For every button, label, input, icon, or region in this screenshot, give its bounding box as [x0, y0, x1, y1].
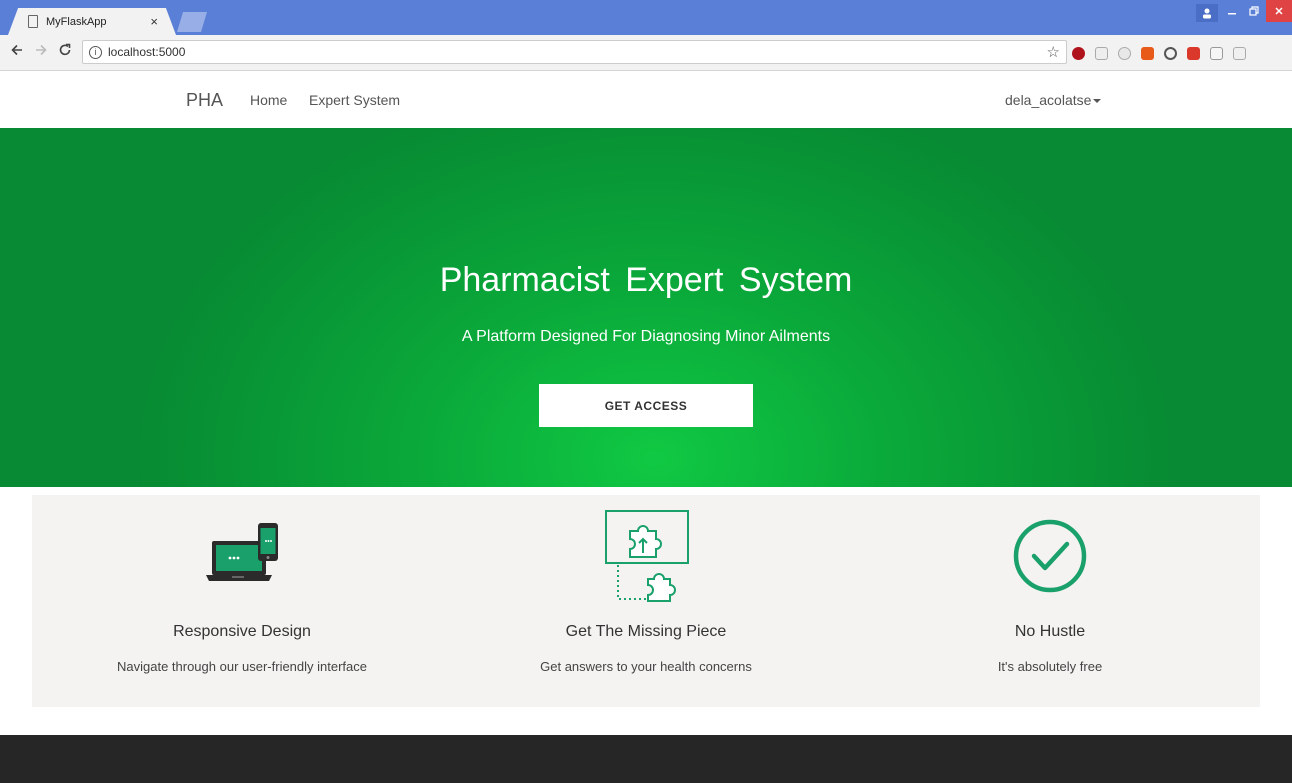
bookmark-star-icon[interactable]: ☆	[1047, 43, 1060, 61]
user-menu[interactable]: dela_acolatse	[1005, 92, 1102, 108]
address-bar[interactable]: i localhost:5000 ☆	[82, 40, 1067, 64]
hero-subtitle: A Platform Designed For Diagnosing Minor…	[461, 328, 831, 345]
page-icon	[28, 15, 38, 28]
feature-title: Get The Missing Piece	[565, 623, 727, 640]
feature-description: Navigate through our user-friendly inter…	[116, 659, 368, 674]
nav-link-home[interactable]: Home	[250, 92, 287, 108]
feature-no-hustle: No Hustle It's absolutely free	[850, 495, 1250, 707]
restore-icon[interactable]	[1244, 0, 1264, 22]
forward-icon[interactable]	[34, 43, 48, 61]
feature-title: No Hustle	[1014, 623, 1086, 640]
hero-section: Pharmacist Expert System A Platform Desi…	[0, 128, 1292, 487]
shield-extension-icon[interactable]	[1095, 47, 1108, 60]
box-extension-icon[interactable]	[1233, 47, 1246, 60]
info-icon[interactable]: i	[89, 45, 102, 59]
window-close-icon[interactable]	[1266, 0, 1292, 22]
footer	[0, 735, 1292, 783]
feature-title: Responsive Design	[173, 623, 311, 640]
nav-link-expert-system[interactable]: Expert System	[309, 92, 400, 108]
devices-icon	[206, 523, 278, 581]
get-access-button[interactable]: GET ACCESS	[539, 384, 753, 427]
ublock-extension-icon[interactable]	[1072, 47, 1085, 60]
feature-description: Get answers to your health concerns	[540, 659, 752, 674]
circle-extension-icon[interactable]	[1118, 47, 1131, 60]
caret-down-icon	[1093, 99, 1102, 104]
spiral-extension-icon[interactable]	[1164, 47, 1177, 60]
hero-title: Pharmacist Expert System	[439, 261, 853, 299]
address-url: localhost:5000	[108, 45, 186, 59]
doc-extension-icon[interactable]	[1210, 47, 1223, 60]
profile-icon[interactable]	[1196, 4, 1218, 22]
new-tab-button[interactable]	[177, 12, 207, 32]
feature-responsive-design: Responsive Design Navigate through our u…	[42, 495, 442, 707]
tab-title: MyFlaskApp	[46, 15, 107, 28]
navbar-brand[interactable]: PHA	[186, 90, 223, 111]
features-section: Responsive Design Navigate through our u…	[32, 495, 1260, 707]
pdf-extension-icon[interactable]	[1187, 47, 1200, 60]
tab-close-icon[interactable]: ×	[150, 14, 158, 29]
browser-tabstrip: MyFlaskApp ×	[0, 0, 1292, 35]
reload-icon[interactable]	[58, 43, 72, 61]
back-icon[interactable]	[10, 43, 24, 61]
feature-missing-piece: Get The Missing Piece Get answers to you…	[446, 495, 846, 707]
browser-toolbar: i localhost:5000 ☆	[0, 35, 1292, 71]
minimize-icon[interactable]	[1222, 0, 1242, 22]
puzzle-icon	[605, 510, 689, 602]
check-circle-icon	[1013, 519, 1087, 593]
feature-description: It's absolutely free	[997, 659, 1103, 674]
browser-tab[interactable]: MyFlaskApp ×	[8, 8, 176, 35]
user-menu-label: dela_acolatse	[1005, 92, 1092, 108]
office-extension-icon[interactable]	[1141, 47, 1154, 60]
site-navbar: PHA Home Expert System dela_acolatse	[0, 71, 1292, 128]
